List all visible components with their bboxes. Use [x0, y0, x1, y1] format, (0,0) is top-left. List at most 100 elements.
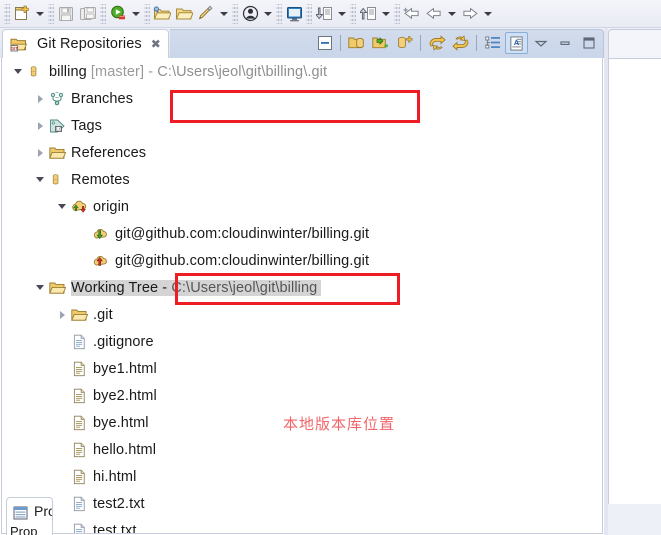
new-wizard-dropdown[interactable] [33, 3, 47, 25]
toolbar-separator [340, 35, 341, 51]
link-with-editor-button[interactable]: A [505, 32, 528, 54]
fetch-icon [92, 224, 111, 243]
add-repository-button[interactable] [369, 32, 392, 54]
svg-text:A: A [514, 37, 520, 46]
open-resource-button[interactable] [173, 3, 195, 25]
external-tools-dropdown[interactable] [217, 3, 231, 25]
tree-item-label: Working Tree - C:\Users\jeol\git\billing [71, 279, 322, 296]
tree-item-label: bye.html [93, 414, 149, 431]
tree-item-tags[interactable]: 1.0 Tags [2, 112, 602, 139]
tree-item-bye1-html[interactable]: bye1.html [2, 355, 602, 382]
tree-item-working-tree[interactable]: Working Tree - C:\Users\jeol\git\billing [2, 274, 602, 301]
run-button[interactable] [107, 3, 129, 25]
expand-arrow-closed-icon[interactable] [32, 139, 48, 166]
git-repositories-view: GIT Git Repositories ✖ A billing [master… [0, 28, 604, 535]
run-dropdown[interactable] [129, 3, 143, 25]
tree-item-billing[interactable]: billing [master] - C:\Users\jeol\git\bil… [2, 58, 602, 85]
toolbar-grip[interactable] [232, 3, 238, 24]
toolbar-grip[interactable] [276, 3, 282, 24]
toolbar-grip[interactable] [48, 3, 54, 24]
expand-arrow-closed-icon[interactable] [32, 112, 48, 139]
push-button[interactable] [357, 3, 379, 25]
back-dropdown[interactable] [445, 3, 459, 25]
push-button[interactable] [449, 32, 472, 54]
tree-item-label: Tags [71, 117, 103, 134]
tree-item-label: hello.html [93, 441, 157, 458]
forward-button[interactable] [459, 3, 481, 25]
console-button[interactable] [283, 3, 305, 25]
annotation-local-repo-note: 本地版本库位置 [283, 416, 396, 433]
twisty-placeholder [54, 463, 70, 490]
tree-item-hi-html[interactable]: hi.html [2, 463, 602, 490]
html-file-icon [70, 386, 89, 405]
folder-icon [70, 305, 89, 324]
tree-item-label: origin [93, 198, 130, 215]
open-type-button[interactable] [151, 3, 173, 25]
expand-arrow-open-icon[interactable] [10, 58, 26, 85]
user-dropdown[interactable] [261, 3, 275, 25]
save-button[interactable] [55, 3, 77, 25]
html-file-icon [70, 440, 89, 459]
tree-item-references[interactable]: References [2, 139, 602, 166]
tree-item-label: bye1.html [93, 360, 157, 377]
push-dropdown[interactable] [379, 3, 393, 25]
tab-git-repositories[interactable]: GIT Git Repositories ✖ [2, 29, 169, 58]
git-repositories-icon: GIT [9, 35, 28, 54]
tree-item-label: git@github.com:cloudinwinter/billing.git [115, 252, 370, 269]
clone-repository-button[interactable] [345, 32, 368, 54]
pull-dropdown[interactable] [335, 3, 349, 25]
tree-item-test-txt[interactable]: test.txt [2, 517, 602, 533]
close-icon[interactable]: ✖ [151, 38, 161, 50]
pull-button[interactable] [313, 3, 335, 25]
expand-arrow-closed-icon[interactable] [54, 301, 70, 328]
toolbar-grip[interactable] [4, 3, 10, 24]
expand-arrow-open-icon[interactable] [32, 166, 48, 193]
html-file-icon [70, 467, 89, 486]
new-wizard-button[interactable] [11, 3, 33, 25]
maximize-button[interactable] [577, 32, 600, 54]
expand-arrow-open-icon[interactable] [54, 193, 70, 220]
chevron-down-icon [264, 11, 272, 16]
hierarchy-layout-button[interactable] [481, 32, 504, 54]
chevron-down-icon [220, 11, 228, 16]
tree-item-remote-push[interactable]: git@github.com:cloudinwinter/billing.git [2, 247, 602, 274]
right-panel-tabfolder [608, 29, 661, 59]
chevron-down-icon [382, 11, 390, 16]
folder-icon [48, 278, 67, 297]
tree-item-branches[interactable]: Branches [2, 85, 602, 112]
back-history-button[interactable] [401, 3, 423, 25]
chevron-down-icon [448, 11, 456, 16]
back-button[interactable] [423, 3, 445, 25]
tree-item-remotes[interactable]: Remotes [2, 166, 602, 193]
text-file-icon [70, 494, 89, 513]
tree-item-remote-fetch[interactable]: git@github.com:cloudinwinter/billing.git [2, 220, 602, 247]
expand-arrow-closed-icon[interactable] [32, 85, 48, 112]
view-menu-button[interactable] [529, 32, 552, 54]
text-file-icon [70, 521, 89, 533]
minimize-button[interactable] [553, 32, 576, 54]
chevron-down-icon [36, 11, 44, 16]
tree-item-label: References [71, 144, 147, 161]
user-button[interactable] [239, 3, 261, 25]
save-all-button[interactable] [77, 3, 99, 25]
svg-text:1.0: 1.0 [56, 126, 62, 131]
toolbar-grip[interactable] [350, 3, 356, 24]
create-repository-button[interactable] [393, 32, 416, 54]
tree-item-dotgit[interactable]: .git [2, 301, 602, 328]
tree-item-gitignore[interactable]: .gitignore [2, 328, 602, 355]
tree-item-hello-html[interactable]: hello.html [2, 436, 602, 463]
pull-button[interactable] [425, 32, 448, 54]
repositories-tree[interactable]: billing [master] - C:\Users\jeol\git\bil… [1, 58, 603, 534]
collapse-all-button[interactable] [313, 32, 336, 54]
toolbar-grip[interactable] [306, 3, 312, 24]
tree-item-bye2-html[interactable]: bye2.html [2, 382, 602, 409]
forward-dropdown[interactable] [481, 3, 495, 25]
tree-item-test2-txt[interactable]: test2.txt [2, 490, 602, 517]
toolbar-grip[interactable] [100, 3, 106, 24]
expand-arrow-open-icon[interactable] [32, 274, 48, 301]
external-tools-button[interactable] [195, 3, 217, 25]
toolbar-grip[interactable] [144, 3, 150, 24]
tree-item-origin[interactable]: origin [2, 193, 602, 220]
toolbar-grip[interactable] [394, 3, 400, 24]
properties-icon [11, 503, 30, 522]
